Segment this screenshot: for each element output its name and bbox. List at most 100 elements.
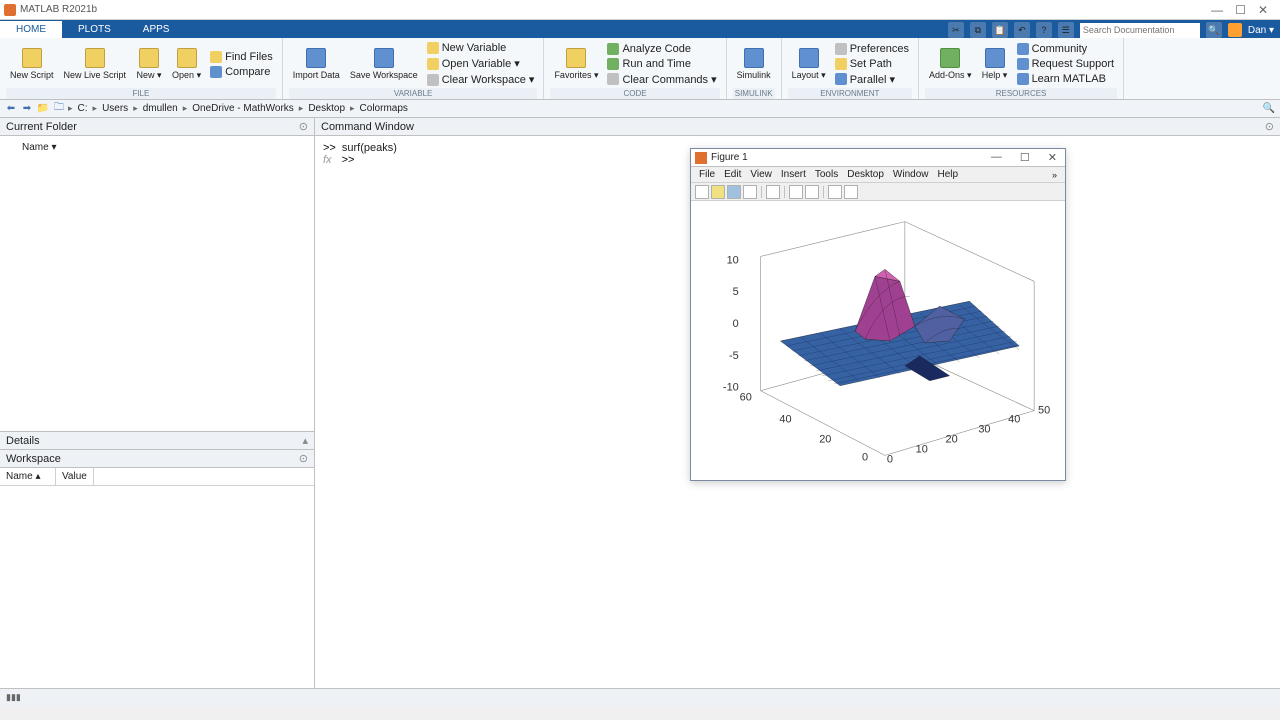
fig-print-icon[interactable] (743, 185, 757, 199)
tab-plots[interactable]: PLOTS (62, 21, 127, 38)
analyze-code-button[interactable]: Analyze Code (604, 42, 719, 56)
run-and-time-button[interactable]: Run and Time (604, 57, 719, 71)
notif-icon[interactable]: ☰ (1058, 22, 1074, 38)
figure-menu-desktop[interactable]: Desktop (843, 168, 888, 181)
tab-apps[interactable]: APPS (127, 21, 186, 38)
nav-back-icon[interactable]: ⬅ (4, 102, 18, 116)
crumb-desktop[interactable]: Desktop (305, 103, 348, 114)
new-live-script-button[interactable]: New Live Script (60, 40, 131, 88)
figure-menu-insert[interactable]: Insert (777, 168, 810, 181)
fig-datacursor-icon[interactable] (805, 185, 819, 199)
workspace-actions-icon[interactable]: ⊙ (299, 452, 308, 465)
current-folder-actions-icon[interactable]: ⊙ (299, 120, 308, 133)
details-title: Details (6, 435, 40, 447)
fig-new-icon[interactable] (695, 185, 709, 199)
main-layout: Current Folder ⊙ Name ▾ Details ▴ Worksp… (0, 118, 1280, 688)
crumb-users[interactable]: Users (99, 103, 131, 114)
details-expand-icon[interactable]: ▴ (302, 434, 308, 447)
figure-menu-overflow-icon[interactable]: » (1048, 169, 1061, 181)
address-bar: ⬅ ➡ 📁 🗀 ▸ C:▸ Users▸ dmullen▸ OneDrive -… (0, 100, 1280, 118)
figure-maximize-button[interactable]: ☐ (1016, 151, 1034, 164)
open-button[interactable]: Open ▾ (168, 40, 205, 88)
app-title: MATLAB R2021b (20, 4, 97, 15)
import-data-button[interactable]: Import Data (289, 40, 344, 88)
tab-home[interactable]: HOME (0, 21, 62, 38)
svg-text:0: 0 (733, 318, 739, 330)
parallel-button[interactable]: Parallel ▾ (832, 72, 912, 87)
svg-text:-10: -10 (723, 382, 739, 394)
fig-colorbar-icon[interactable] (844, 185, 858, 199)
figure-menu-help[interactable]: Help (934, 168, 963, 181)
help-icon[interactable]: ? (1036, 22, 1052, 38)
new-variable-button[interactable]: New Variable (424, 41, 538, 55)
current-folder-header[interactable]: Current Folder ⊙ (0, 118, 314, 136)
user-avatar-icon[interactable] (1228, 23, 1242, 37)
current-folder-body[interactable]: Name ▾ (0, 136, 314, 432)
crumb-drive[interactable]: C: (75, 103, 91, 114)
command-window-actions-icon[interactable]: ⊙ (1265, 120, 1274, 133)
figure-menu-tools[interactable]: Tools (811, 168, 842, 181)
clear-commands-button[interactable]: Clear Commands ▾ (604, 72, 719, 87)
minimize-button[interactable]: — (1211, 3, 1223, 17)
fig-insert-icon[interactable] (828, 185, 842, 199)
group-variable-label: VARIABLE (289, 88, 538, 99)
set-path-button[interactable]: Set Path (832, 57, 912, 71)
simulink-button[interactable]: Simulink (733, 40, 775, 88)
fig-open-icon[interactable] (711, 185, 725, 199)
ws-name-column[interactable]: Name ▴ (0, 468, 56, 485)
user-menu[interactable]: Dan ▾ (1248, 25, 1274, 36)
figure-menu-window[interactable]: Window (889, 168, 933, 181)
open-variable-button[interactable]: Open Variable ▾ (424, 56, 538, 71)
community-button[interactable]: Community (1014, 42, 1118, 56)
figure-axes[interactable]: 10 5 0 -5 -10 60 40 20 0 0 10 20 30 40 5… (691, 201, 1065, 480)
details-header[interactable]: Details ▴ (0, 432, 314, 450)
figure-titlebar[interactable]: Figure 1 — ☐ ✕ (691, 149, 1065, 167)
new-button[interactable]: New ▾ (132, 40, 166, 88)
help-button[interactable]: Help ▾ (978, 40, 1012, 88)
nav-browse-icon[interactable]: 🗀 (52, 102, 66, 116)
learn-matlab-button[interactable]: Learn MATLAB (1014, 72, 1118, 86)
command-window-header[interactable]: Command Window ⊙ (315, 118, 1280, 136)
crumb-folder[interactable]: Colormaps (357, 103, 411, 114)
find-files-button[interactable]: Find Files (207, 50, 276, 64)
figure-minimize-button[interactable]: — (987, 151, 1006, 164)
search-documentation-input[interactable] (1080, 23, 1200, 38)
figure-close-button[interactable]: ✕ (1044, 151, 1061, 164)
crumb-onedrive[interactable]: OneDrive - MathWorks (189, 103, 297, 114)
cf-name-column[interactable]: Name ▾ (4, 140, 310, 155)
nav-up-icon[interactable]: 📁 (36, 102, 50, 116)
figure-window[interactable]: Figure 1 — ☐ ✕ File Edit View Insert Too… (690, 148, 1066, 481)
favorites-button[interactable]: Favorites ▾ (550, 40, 602, 88)
workspace-header[interactable]: Workspace ⊙ (0, 450, 314, 468)
paste-icon[interactable]: 📋 (992, 22, 1008, 38)
fig-save-icon[interactable] (727, 185, 741, 199)
layout-button[interactable]: Layout ▾ (788, 40, 830, 88)
addr-search-icon[interactable]: 🔍 (1262, 102, 1276, 116)
fig-edit-icon[interactable] (766, 185, 780, 199)
crumb-user[interactable]: dmullen (140, 103, 181, 114)
preferences-button[interactable]: Preferences (832, 42, 912, 56)
ws-value-column[interactable]: Value (56, 468, 94, 485)
search-button[interactable]: 🔍 (1206, 22, 1222, 38)
figure-menubar: File Edit View Insert Tools Desktop Wind… (691, 167, 1065, 183)
fig-rotate-icon[interactable] (789, 185, 803, 199)
figure-menu-edit[interactable]: Edit (720, 168, 745, 181)
nav-fwd-icon[interactable]: ➡ (20, 102, 34, 116)
maximize-button[interactable]: ☐ (1235, 3, 1246, 17)
fx-icon[interactable]: fx (323, 154, 332, 166)
workspace-body[interactable]: Name ▴ Value (0, 468, 314, 688)
new-script-button[interactable]: New Script (6, 40, 58, 88)
svg-text:10: 10 (727, 254, 739, 266)
request-support-button[interactable]: Request Support (1014, 57, 1118, 71)
compare-button[interactable]: Compare (207, 65, 276, 79)
main-tabstrip: HOME PLOTS APPS ✂ ⧉ 📋 ↶ ? ☰ 🔍 Dan ▾ (0, 20, 1280, 38)
undo-icon[interactable]: ↶ (1014, 22, 1030, 38)
cut-icon[interactable]: ✂ (948, 22, 964, 38)
addons-button[interactable]: Add-Ons ▾ (925, 40, 976, 88)
copy-icon[interactable]: ⧉ (970, 22, 986, 38)
figure-menu-file[interactable]: File (695, 168, 719, 181)
save-workspace-button[interactable]: Save Workspace (346, 40, 422, 88)
close-button[interactable]: ✕ (1258, 3, 1268, 17)
figure-menu-view[interactable]: View (746, 168, 776, 181)
clear-workspace-button[interactable]: Clear Workspace ▾ (424, 72, 538, 87)
